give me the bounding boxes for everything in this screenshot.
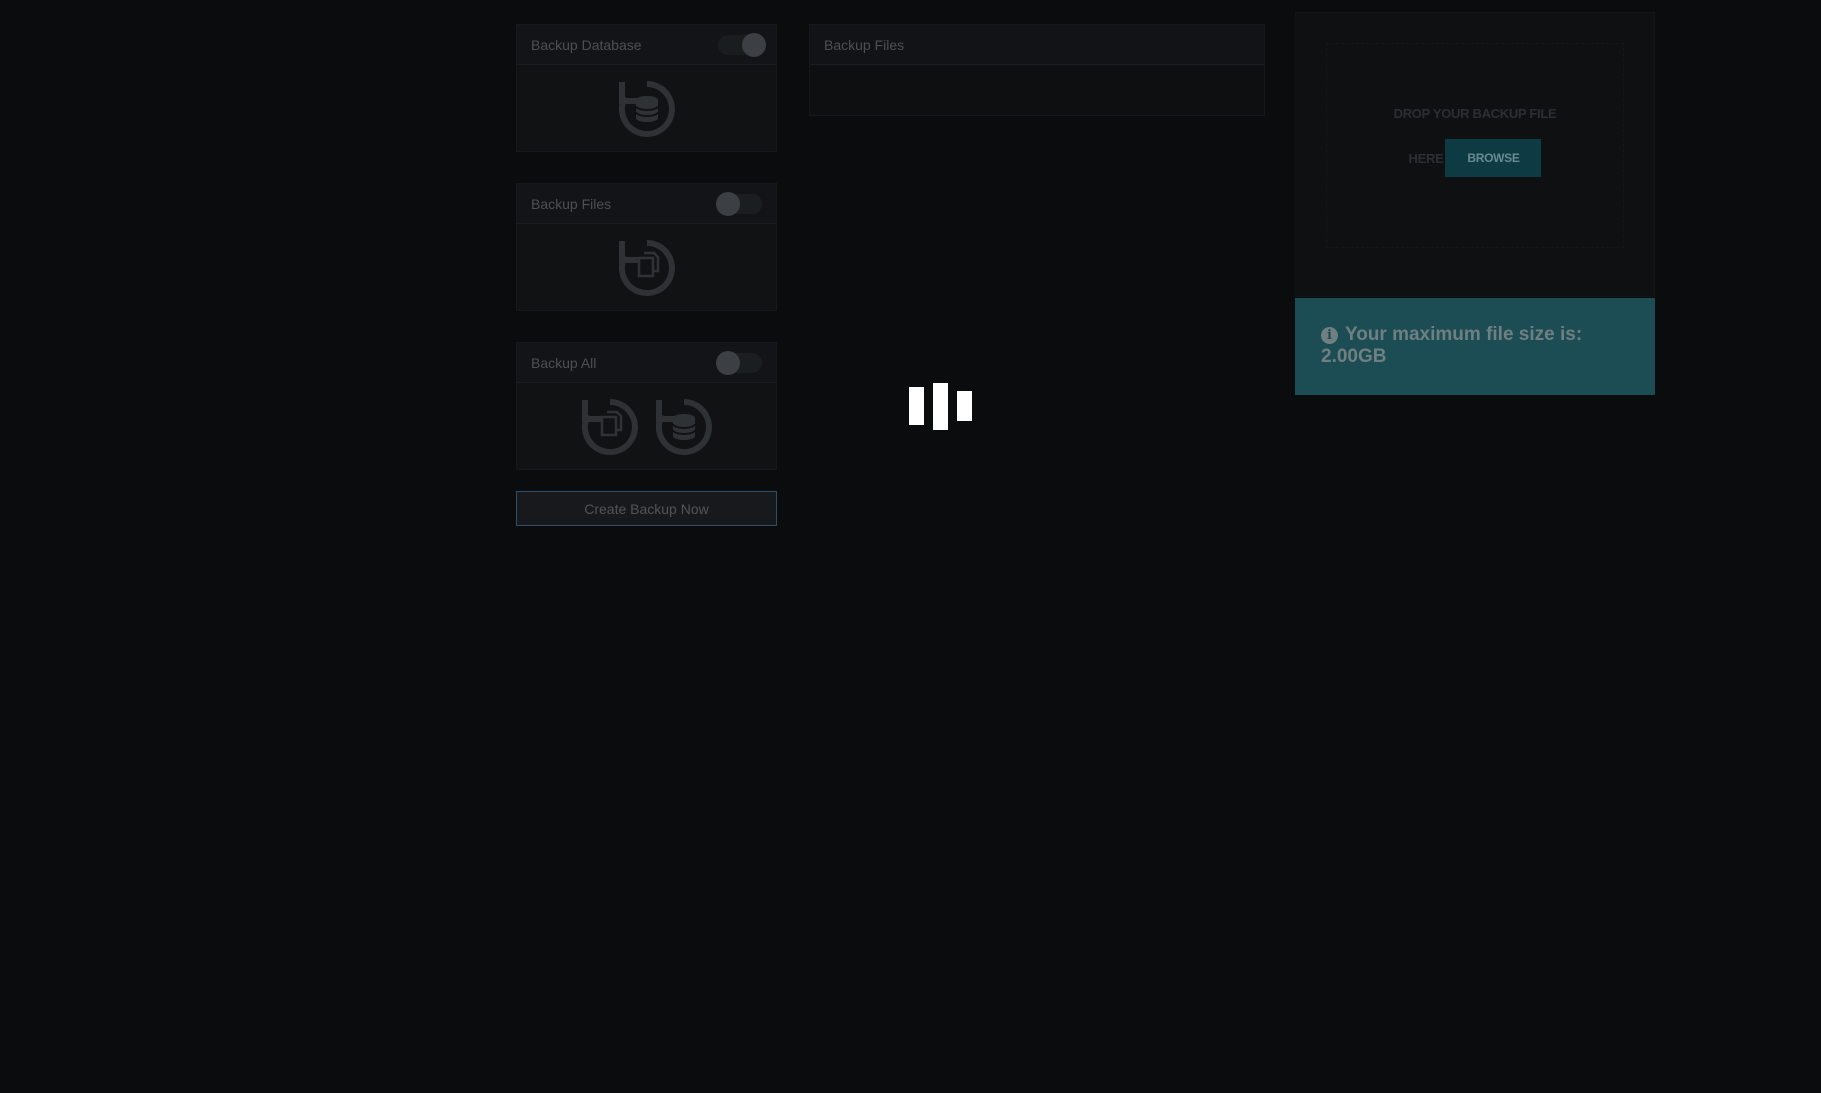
backup-page: Backup Database Backup Files Backup All …: [0, 0, 1821, 1093]
restore-files-icon: [581, 398, 638, 455]
card-body: [517, 224, 776, 311]
here-text: HERE: [1408, 150, 1444, 166]
card-header: Backup All: [517, 343, 776, 383]
card-header: Backup Files: [517, 184, 776, 224]
backup-database-toggle[interactable]: [718, 32, 766, 57]
backup-database-card: Backup Database: [516, 24, 777, 152]
create-backup-button[interactable]: Create Backup Now: [516, 491, 777, 526]
backup-files-card: Backup Files: [516, 183, 777, 311]
backup-files-toggle[interactable]: [716, 191, 762, 216]
toggle-knob: [716, 350, 740, 375]
drop-text: DROP YOUR BACKUP FILE: [1393, 106, 1557, 121]
files-panel-header: Backup Files: [810, 25, 1264, 65]
info-message: Your maximum file size is: 2.00GB: [1321, 324, 1583, 367]
upload-panel: DROP YOUR BACKUP FILE HERE BROWSE: [1295, 12, 1655, 297]
restore-database-icon: [618, 80, 675, 137]
loader-bar: [957, 391, 972, 421]
card-title: Backup All: [531, 354, 597, 371]
files-panel-title: Backup Files: [824, 36, 905, 53]
info-icon: i: [1321, 327, 1338, 344]
toggle-knob: [742, 32, 766, 57]
backup-dropzone[interactable]: DROP YOUR BACKUP FILE HERE BROWSE: [1326, 43, 1624, 248]
loader-bar: [909, 387, 924, 425]
card-title: Backup Database: [531, 36, 642, 53]
drop-row: HERE BROWSE: [1327, 139, 1623, 177]
card-title: Backup Files: [531, 195, 612, 212]
card-header: Backup Database: [517, 25, 776, 65]
toggle-knob: [716, 191, 740, 216]
max-file-size-info: i Your maximum file size is: 2.00GB: [1295, 298, 1655, 395]
card-body: [517, 383, 776, 470]
loading-bars-icon: [909, 383, 974, 433]
browse-button[interactable]: BROWSE: [1445, 139, 1542, 177]
restore-database-icon: [655, 398, 712, 455]
loader-bar: [933, 383, 948, 430]
backup-all-toggle[interactable]: [716, 350, 762, 375]
backup-files-panel: Backup Files: [809, 24, 1265, 116]
backup-all-card: Backup All: [516, 342, 777, 470]
restore-files-icon: [618, 239, 675, 296]
card-body: [517, 65, 776, 152]
